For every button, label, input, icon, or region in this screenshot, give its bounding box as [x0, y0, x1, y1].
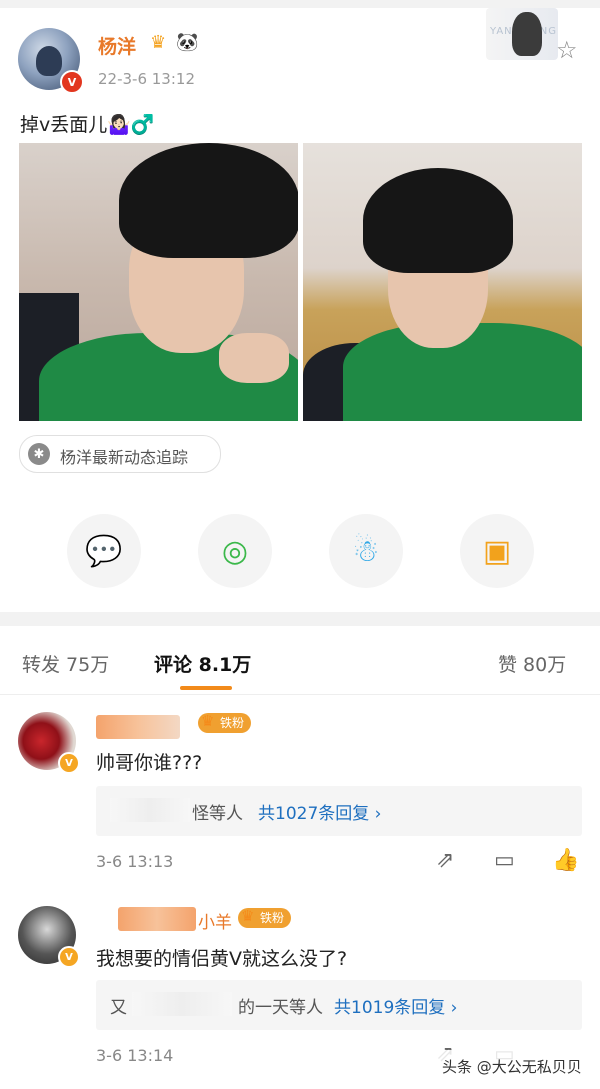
crown-icon: ♛ — [150, 32, 167, 53]
wechat-share-button[interactable]: 💬 — [67, 514, 141, 588]
gold-verified-icon: V — [58, 946, 80, 968]
crown-icon: ♛ — [241, 907, 255, 925]
post-photo-2[interactable] — [303, 143, 582, 421]
tab-repost[interactable]: 转发 75万 — [22, 650, 109, 677]
watermark: 头条 @大公无私贝贝 — [436, 1050, 596, 1084]
moments-icon: ◎ — [221, 533, 249, 569]
topic-icon: ✱ — [28, 443, 50, 465]
active-tab-indicator — [180, 686, 232, 690]
fan-badge: ♛ 铁粉 — [238, 907, 292, 928]
topic-tracker-chip[interactable]: ✱ 杨洋最新动态追踪 — [19, 435, 221, 473]
comment-time: 3-6 13:13 — [96, 852, 174, 871]
qq-icon: ☃ — [352, 533, 380, 569]
save-image-icon: ▣ — [482, 533, 512, 569]
reply-count-link[interactable]: 共1019条回复 › — [334, 993, 457, 1018]
reply-icon[interactable]: ▭ — [494, 848, 515, 873]
top-bar — [0, 0, 600, 8]
verified-badge-icon: V — [60, 70, 84, 94]
favorite-star-icon[interactable]: ☆ — [556, 36, 578, 64]
reply-preview[interactable]: 又 的一天等人 共1019条回复 › — [96, 980, 582, 1030]
comment-text: 帅哥你谁??? — [96, 752, 203, 774]
save-image-button[interactable]: ▣ — [460, 514, 534, 588]
fan-badge: ♛ 铁粉 — [198, 712, 252, 733]
post-text: 掉v丢面儿🤷🏻‍♀️♂️ — [20, 114, 155, 136]
reply-preview[interactable]: 怪等人 共1027条回复 › — [96, 786, 582, 836]
post-photo-1[interactable] — [19, 143, 298, 421]
comment-time: 3-6 13:14 — [96, 1046, 174, 1065]
section-divider — [0, 612, 600, 626]
comment-username-blur — [118, 907, 196, 931]
reply-preview-prefix: 又 — [110, 998, 127, 1018]
post-header: V 杨洋 ♛ 🐼 22-3-6 13:12 YANG YANG ☆ — [18, 8, 582, 98]
fan-badge-label: 铁粉 — [260, 911, 285, 925]
card-decoration: YANG YANG — [486, 8, 558, 60]
wechat-icon: 💬 — [85, 533, 123, 569]
moments-share-button[interactable]: ◎ — [198, 514, 272, 588]
share-icon[interactable]: ⇗ — [436, 848, 454, 873]
tab-likes[interactable]: 赞 80万 — [498, 650, 566, 677]
comment-text: 我想要的情侣黄V就这么没了? — [96, 948, 348, 970]
fan-badge-label: 铁粉 — [220, 716, 245, 730]
reply-preview-names: 怪等人 — [192, 804, 243, 824]
comment-username[interactable] — [96, 715, 180, 739]
like-icon[interactable]: 👍 — [552, 848, 579, 873]
gold-verified-icon: V — [58, 752, 80, 774]
panda-icon: 🐼 — [176, 32, 199, 53]
tab-divider — [0, 694, 600, 695]
post-time: 22-3-6 13:12 — [98, 70, 195, 88]
qq-share-button[interactable]: ☃ — [329, 514, 403, 588]
crown-icon: ♛ — [201, 712, 215, 730]
post-username[interactable]: 杨洋 — [98, 32, 136, 59]
reply-count-link[interactable]: 共1027条回复 › — [258, 799, 381, 824]
tab-comments[interactable]: 评论 8.1万 — [154, 650, 251, 677]
comment-username[interactable]: 小羊 — [198, 908, 232, 933]
reply-preview-names: 的一天等人 — [238, 998, 323, 1018]
tracker-label: 杨洋最新动态追踪 — [60, 448, 189, 467]
